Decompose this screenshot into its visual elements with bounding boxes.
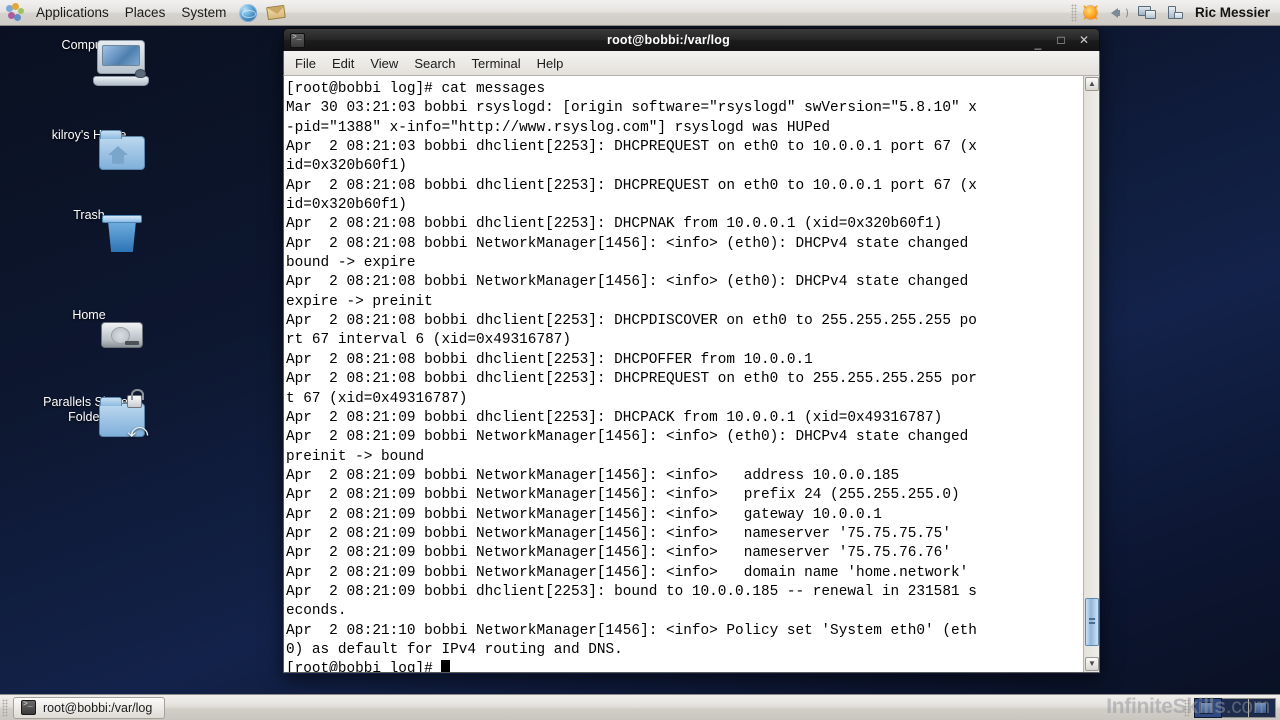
terminal-line: Apr 2 08:21:08 bobbi NetworkManager[1456… bbox=[286, 235, 969, 252]
workspace-switcher[interactable] bbox=[1194, 697, 1276, 718]
terminal-line: Apr 2 08:21:09 bobbi NetworkManager[1456… bbox=[286, 487, 960, 504]
menu-search[interactable]: Search bbox=[406, 54, 463, 73]
menu-file[interactable]: File bbox=[287, 54, 324, 73]
terminal-cursor bbox=[441, 660, 451, 672]
terminal-line: Apr 2 08:21:08 bobbi dhclient[2253]: DHC… bbox=[286, 351, 813, 368]
terminal-line: [root@bobbi log]# cat messages bbox=[286, 81, 546, 97]
terminal-line: rt 67 interval 6 (xid=0x49316787) bbox=[286, 332, 571, 349]
power-manager-icon[interactable] bbox=[1164, 3, 1186, 23]
terminal-line: Apr 2 08:21:09 bobbi dhclient[2253]: bou… bbox=[286, 583, 977, 600]
terminal-prompt: [root@bobbi log]# bbox=[286, 661, 442, 672]
terminal-line: Apr 2 08:21:09 bobbi NetworkManager[1456… bbox=[286, 545, 951, 562]
window-title: root@bobbi:/var/log bbox=[607, 33, 730, 47]
menu-system[interactable]: System bbox=[173, 1, 234, 25]
terminal-line: t 67 (xid=0x49316787) bbox=[286, 390, 468, 407]
terminal-titlebar[interactable]: root@bobbi:/var/log _ □ ✕ bbox=[283, 28, 1100, 51]
scroll-up-arrow-icon[interactable]: ▲ bbox=[1085, 77, 1099, 91]
workspace-window-thumb bbox=[1200, 701, 1213, 714]
volume-icon[interactable] bbox=[1108, 3, 1130, 23]
terminal-icon bbox=[290, 32, 305, 48]
terminal-line: Apr 2 08:21:08 bobbi dhclient[2253]: DHC… bbox=[286, 216, 943, 233]
terminal-prompt-line: [root@bobbi log]# bbox=[286, 660, 1083, 672]
minimize-button[interactable]: _ bbox=[1032, 37, 1044, 49]
terminal-line: -pid="1388" x-info="http://www.rsyslog.c… bbox=[286, 119, 831, 136]
workspace-grip bbox=[1184, 698, 1190, 717]
terminal-line: Apr 2 08:21:09 bobbi NetworkManager[1456… bbox=[286, 467, 900, 484]
desktop-icon-trash[interactable]: Trash bbox=[34, 208, 144, 252]
terminal-line: Apr 2 08:21:09 bobbi NetworkManager[1456… bbox=[286, 525, 951, 542]
workspace-3[interactable] bbox=[1249, 698, 1275, 717]
terminal-line: preinit -> bound bbox=[286, 448, 425, 465]
shared-arrow-icon: ⤺ bbox=[127, 420, 149, 442]
terminal-line: id=0x320b60f1) bbox=[286, 158, 407, 175]
menu-view[interactable]: View bbox=[362, 54, 406, 73]
terminal-line: Apr 2 08:21:08 bobbi NetworkManager[1456… bbox=[286, 274, 969, 291]
desktop-icon-home[interactable]: Home bbox=[34, 308, 144, 348]
terminal-menubar: File Edit View Search Terminal Help bbox=[283, 51, 1100, 76]
terminal-output[interactable]: [root@bobbi log]# cat messages Mar 30 03:… bbox=[284, 76, 1083, 672]
terminal-body: [root@bobbi log]# cat messages Mar 30 03:… bbox=[283, 76, 1100, 673]
taskbar-item-terminal[interactable]: root@bobbi:/var/log bbox=[13, 696, 166, 719]
terminal-line: Apr 2 08:21:09 bobbi NetworkManager[1456… bbox=[286, 506, 882, 523]
workspace-window-thumb bbox=[1254, 701, 1267, 714]
email-client-icon[interactable] bbox=[265, 3, 287, 23]
update-notifier-icon[interactable] bbox=[1080, 3, 1102, 23]
terminal-line: Apr 2 08:21:03 bobbi dhclient[2253]: DHC… bbox=[286, 139, 977, 156]
terminal-line: bound -> expire bbox=[286, 255, 416, 272]
network-icon[interactable] bbox=[1136, 3, 1158, 23]
terminal-line: id=0x320b60f1) bbox=[286, 197, 407, 214]
terminal-line: expire -> preinit bbox=[286, 293, 433, 310]
top-panel: Applications Places System Ric Messier bbox=[0, 0, 1280, 26]
menu-help[interactable]: Help bbox=[529, 54, 572, 73]
taskbar-item-label: root@bobbi:/var/log bbox=[43, 700, 153, 715]
scroll-down-arrow-icon[interactable]: ▼ bbox=[1085, 657, 1099, 671]
maximize-button[interactable]: □ bbox=[1055, 34, 1067, 46]
desktop-icon-parallels-shared-folders[interactable]: ⤺ Parallels Shared Folders bbox=[34, 389, 148, 441]
terminal-line: Apr 2 08:21:09 bobbi NetworkManager[1456… bbox=[286, 564, 969, 581]
terminal-line: Apr 2 08:21:08 bobbi dhclient[2253]: DHC… bbox=[286, 371, 977, 388]
terminal-icon bbox=[21, 700, 36, 715]
bottom-panel-right bbox=[1182, 697, 1280, 718]
close-button[interactable]: ✕ bbox=[1078, 34, 1090, 46]
terminal-line: Apr 2 08:21:10 bobbi NetworkManager[1456… bbox=[286, 622, 977, 639]
terminal-line: Apr 2 08:21:09 bobbi dhclient[2253]: DHC… bbox=[286, 409, 943, 426]
desktop-icon-kilroys-home[interactable]: kilroy's Home bbox=[34, 128, 145, 170]
menu-places[interactable]: Places bbox=[117, 1, 174, 25]
scrollbar-thumb[interactable] bbox=[1085, 598, 1099, 646]
workspace-2[interactable] bbox=[1222, 698, 1248, 717]
terminal-scrollbar[interactable]: ▲ ▼ bbox=[1083, 76, 1099, 672]
taskbar-grip bbox=[2, 698, 8, 717]
desktop-icon-label: Home bbox=[72, 308, 106, 322]
web-browser-icon[interactable] bbox=[237, 3, 259, 23]
workspace-1[interactable] bbox=[1194, 697, 1222, 718]
bottom-panel: root@bobbi:/var/log InfiniteSkills.com bbox=[0, 694, 1280, 720]
window-buttons: _ □ ✕ bbox=[1032, 34, 1099, 49]
terminal-window: root@bobbi:/var/log _ □ ✕ File Edit View… bbox=[283, 28, 1100, 674]
desktop-icon-computer[interactable]: Computer bbox=[34, 38, 149, 86]
menu-terminal[interactable]: Terminal bbox=[464, 54, 529, 73]
terminal-line: Mar 30 03:21:03 bobbi rsyslogd: [origin … bbox=[286, 100, 977, 117]
gnome-foot-logo-icon[interactable] bbox=[6, 2, 26, 23]
lock-icon bbox=[127, 389, 144, 408]
terminal-line: econds. bbox=[286, 603, 347, 620]
terminal-line: Apr 2 08:21:08 bobbi dhclient[2253]: DHC… bbox=[286, 177, 977, 194]
terminal-line: 0) as default for IPv4 routing and DNS. bbox=[286, 641, 623, 658]
tray-grip bbox=[1070, 3, 1077, 22]
menu-edit[interactable]: Edit bbox=[324, 54, 362, 73]
user-menu[interactable]: Ric Messier bbox=[1189, 5, 1280, 20]
menu-applications[interactable]: Applications bbox=[28, 1, 117, 25]
terminal-line: Apr 2 08:21:08 bobbi dhclient[2253]: DHC… bbox=[286, 313, 977, 330]
terminal-line: Apr 2 08:21:09 bobbi NetworkManager[1456… bbox=[286, 429, 969, 446]
